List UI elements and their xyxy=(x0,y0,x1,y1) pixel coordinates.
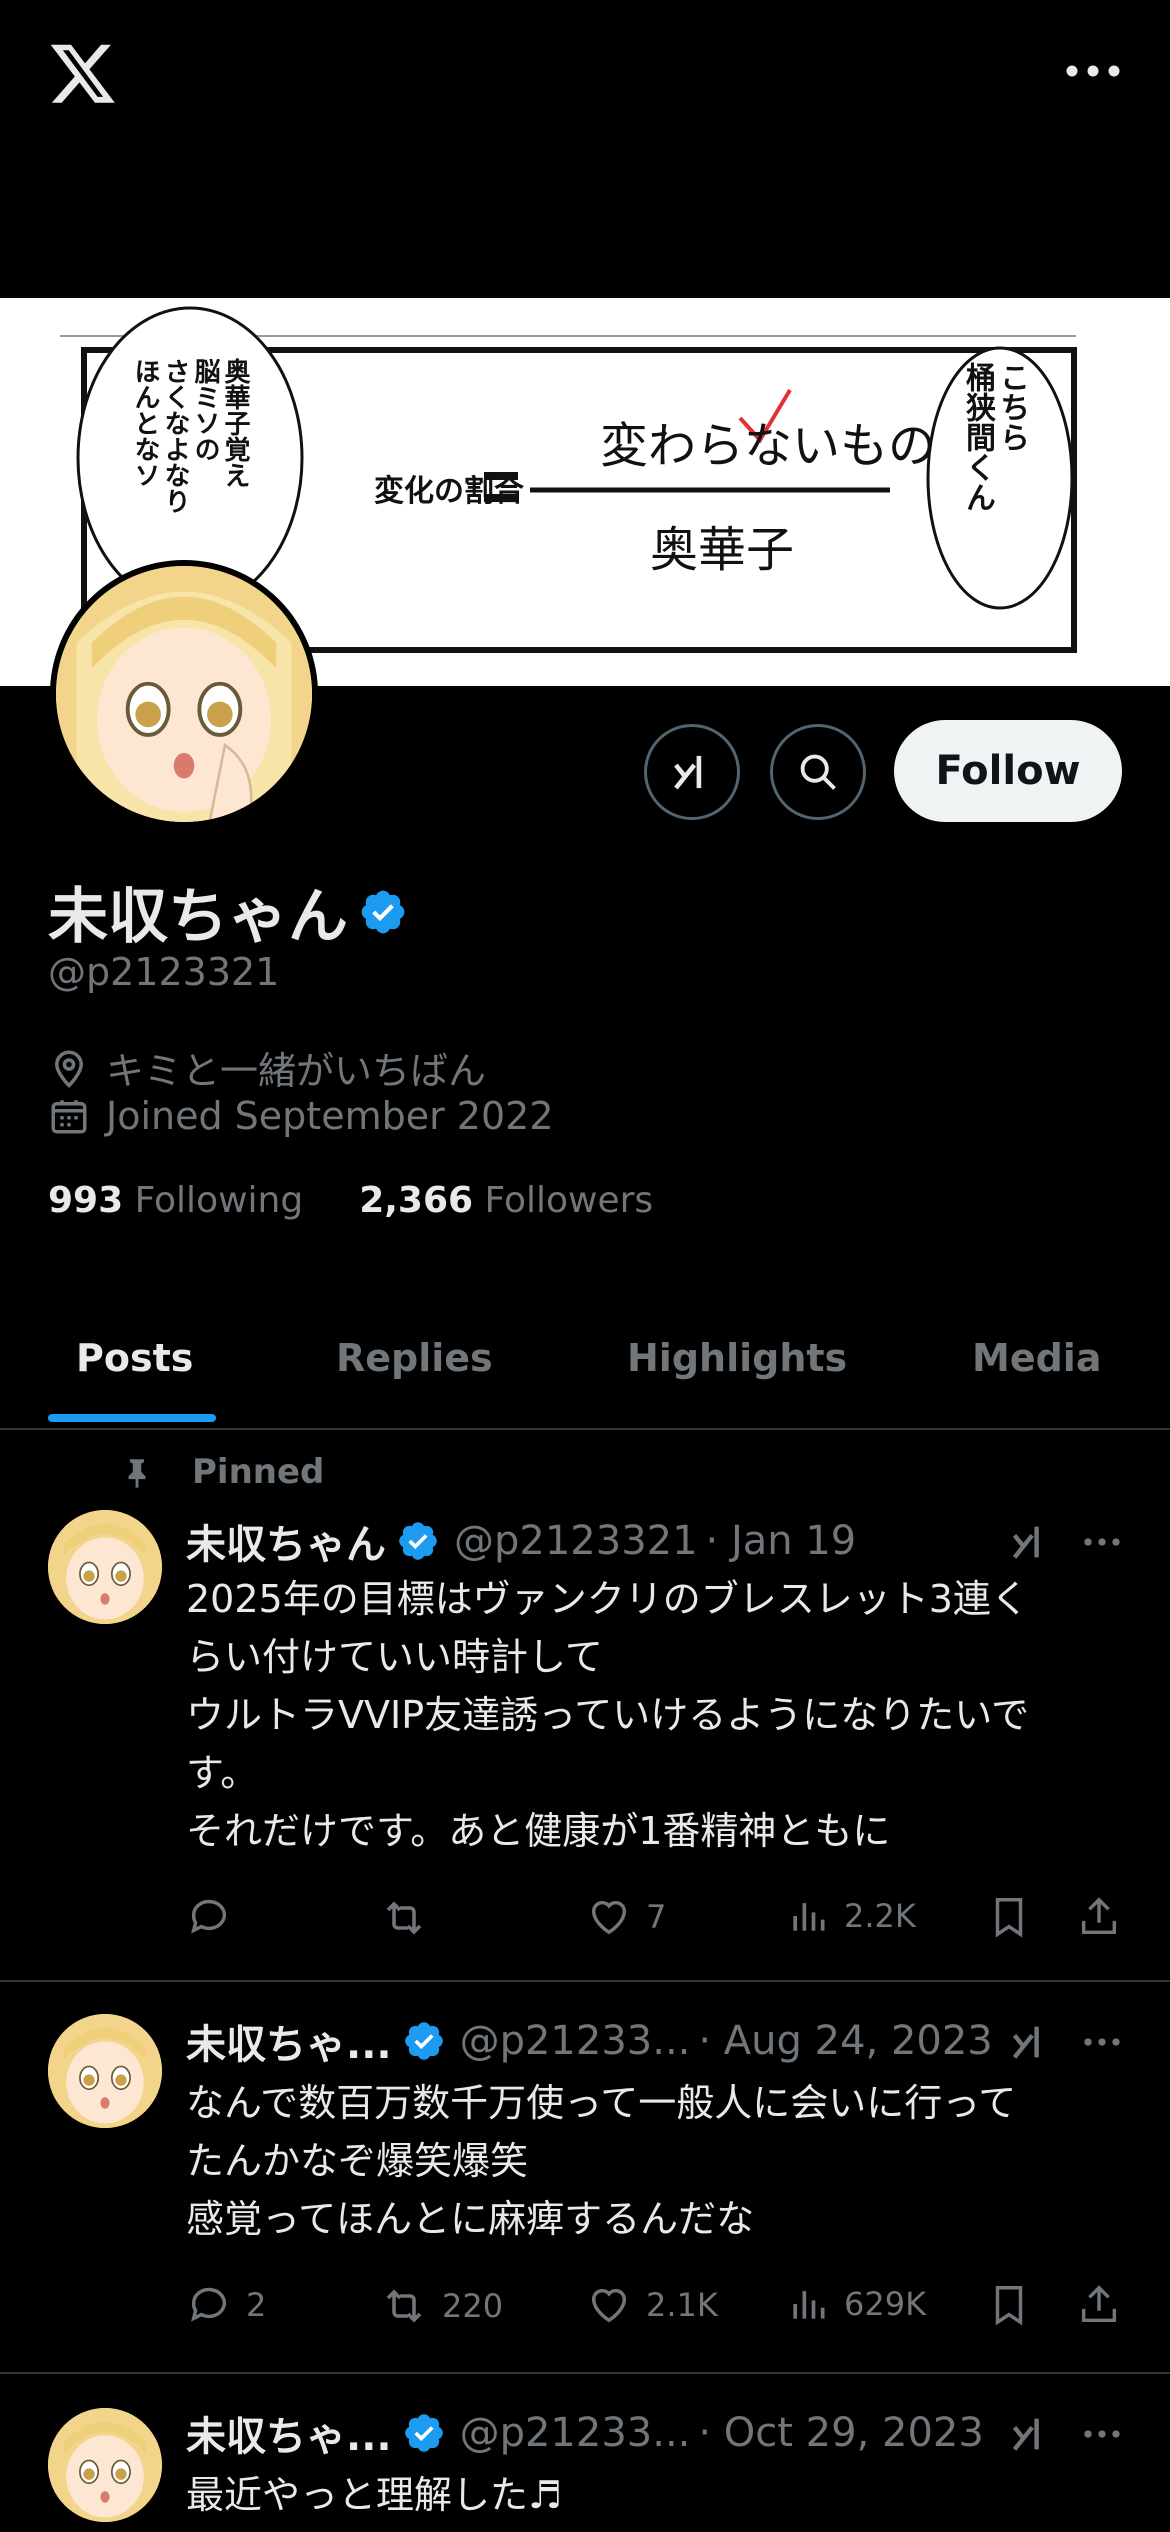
views-button[interactable]: 629K xyxy=(786,2282,926,2326)
verified-badge-icon xyxy=(404,2414,443,2452)
share-icon xyxy=(1081,1897,1117,1935)
tweet-text: なんで数百万数千万使って一般人に会いに行って たんかなぞ爆笑爆笑 感覚ってほんと… xyxy=(186,2081,1017,2241)
tweet-text: 2025年の目標はヴァンクリのブレスレット3連く らい付けていい時計して ウルト… xyxy=(186,1577,1030,1853)
retweet-button[interactable] xyxy=(380,1894,428,1942)
follow-button[interactable]: Follow xyxy=(894,720,1122,822)
grok-icon[interactable] xyxy=(1008,2020,1052,2064)
views-button[interactable]: 2.2K xyxy=(786,1894,916,1938)
retweet-button[interactable]: 220 xyxy=(380,2282,503,2330)
views-chart-icon xyxy=(793,1903,825,1931)
tweet-top-icons xyxy=(1008,2020,1122,2064)
calendar-icon xyxy=(51,1100,87,1134)
tweet-handle[interactable]: @p21233... xyxy=(460,2410,691,2456)
profile-avatar[interactable] xyxy=(50,560,318,828)
retweet-icon xyxy=(386,1901,422,1935)
banner-denominator: 奥華子 xyxy=(650,522,795,578)
tweet-avatar[interactable] xyxy=(48,1510,162,1624)
profile-joined: Joined September 2022 xyxy=(106,1094,554,1138)
bookmark-button[interactable] xyxy=(986,1894,1032,1940)
profile-name-row: 未収ちゃん xyxy=(48,868,422,955)
grok-icon[interactable] xyxy=(1008,2412,1052,2456)
more-horizontal-icon[interactable] xyxy=(1082,2424,1122,2444)
tweet-top-icons xyxy=(1008,2412,1122,2456)
bookmark-icon xyxy=(995,2286,1023,2326)
heart-icon xyxy=(591,1900,627,1935)
tweet-handle[interactable]: @p2123321 xyxy=(454,1518,698,1564)
tab-highlights[interactable]: Highlights xyxy=(627,1336,847,1380)
heart-icon xyxy=(591,2288,627,2323)
tab-media[interactable]: Media xyxy=(972,1336,1101,1380)
profile-handle: @p2123321 xyxy=(48,950,280,994)
banner-label: 変化の割合 xyxy=(374,474,524,509)
search-icon xyxy=(800,754,836,790)
like-button[interactable]: 2.1K xyxy=(586,2282,718,2328)
search-button[interactable] xyxy=(770,724,866,820)
grok-icon xyxy=(674,755,702,790)
more-horizontal-icon[interactable] xyxy=(1082,1532,1122,1552)
tweet[interactable]: 未収ちゃ... @p21233... · Oct 29, 2023 最近やっと理… xyxy=(0,2374,1170,2532)
share-button[interactable] xyxy=(1076,2282,1122,2328)
bookmark-icon xyxy=(995,1898,1023,1938)
banner-numerator: 変わらないもの xyxy=(600,418,937,474)
profile-joined-row: Joined September 2022 xyxy=(48,1094,554,1138)
profile-location: キミと一緒がいちばん xyxy=(106,1049,487,1093)
grok-icon[interactable] xyxy=(1008,1520,1052,1564)
like-button[interactable]: 7 xyxy=(586,1894,666,1940)
grok-button[interactable] xyxy=(644,724,740,820)
tweet-top-icons xyxy=(1008,1520,1122,1564)
banner-left-bubble: 奥華子覚え 脳ミソの さくなよなり ほんとなソ xyxy=(130,358,250,514)
pin-icon xyxy=(128,1459,146,1488)
followers-link[interactable]: 2,366 Followers xyxy=(359,1180,653,1221)
banner-right-bubble: こちら 桶狭間くん xyxy=(960,362,1029,512)
tweet-header: 未収ちゃ... @p21233... · Aug 24, 2023 xyxy=(186,2012,993,2070)
tweet-header: 未収ちゃ... @p21233... · Oct 29, 2023 xyxy=(186,2404,984,2462)
tweet-actions: 7 2.2K xyxy=(186,1894,1126,1954)
tweet[interactable]: Pinned 未収ちゃん @p2123321 · Jan 19 2025年の目標… xyxy=(0,1430,1170,1982)
tweet-header: 未収ちゃん @p2123321 · Jan 19 xyxy=(186,1512,856,1570)
tweet-actions: 2 220 2.1K 629K xyxy=(186,2282,1126,2342)
tweet-author-name[interactable]: 未収ちゃ... xyxy=(186,2012,392,2070)
profile-stats: 993 Following 2,366 Followers xyxy=(48,1180,653,1221)
location-pin-icon xyxy=(54,1050,84,1088)
reply-button[interactable] xyxy=(186,1894,232,1940)
tweet-date[interactable]: · Aug 24, 2023 xyxy=(698,2018,992,2064)
bookmark-button[interactable] xyxy=(986,2282,1032,2328)
reply-icon xyxy=(191,1899,227,1934)
more-horizontal-icon[interactable] xyxy=(1064,56,1122,86)
share-button[interactable] xyxy=(1076,1894,1122,1940)
tweet-date[interactable]: · Jan 19 xyxy=(706,1518,857,1564)
reply-icon xyxy=(191,2287,227,2322)
reply-button[interactable]: 2 xyxy=(186,2282,266,2328)
tweet-text: 最近やっと理解した♬ xyxy=(186,2473,563,2517)
tweet-handle[interactable]: @p21233... xyxy=(460,2018,691,2064)
following-link[interactable]: 993 Following xyxy=(48,1180,303,1221)
profile-tabs: Posts Replies Highlights Media xyxy=(0,1300,1170,1430)
tweet-avatar[interactable] xyxy=(48,2014,162,2128)
active-tab-indicator xyxy=(48,1414,216,1422)
more-horizontal-icon[interactable] xyxy=(1082,2032,1122,2052)
tweet[interactable]: 未収ちゃ... @p21233... · Aug 24, 2023 なんで数百万… xyxy=(0,1982,1170,2374)
tweet-author-name[interactable]: 未収ちゃん xyxy=(186,1512,386,1570)
verified-badge-icon xyxy=(404,2022,443,2060)
x-logo-icon[interactable] xyxy=(48,38,118,108)
tab-posts[interactable]: Posts xyxy=(76,1336,193,1380)
verified-badge-icon xyxy=(361,890,405,933)
profile-name: 未収ちゃん xyxy=(48,882,348,952)
tweet-author-name[interactable]: 未収ちゃ... xyxy=(186,2404,392,2462)
profile-location-row: キミと一緒がいちばん xyxy=(48,1040,486,1095)
views-chart-icon xyxy=(793,2291,825,2319)
tweet-avatar[interactable] xyxy=(48,2408,162,2522)
tweet-date[interactable]: · Oct 29, 2023 xyxy=(698,2410,983,2456)
verified-badge-icon xyxy=(399,1522,437,1560)
tab-replies[interactable]: Replies xyxy=(336,1336,493,1380)
share-icon xyxy=(1081,2285,1117,2323)
retweet-icon xyxy=(386,2289,422,2323)
pinned-indicator: Pinned xyxy=(120,1452,324,1492)
